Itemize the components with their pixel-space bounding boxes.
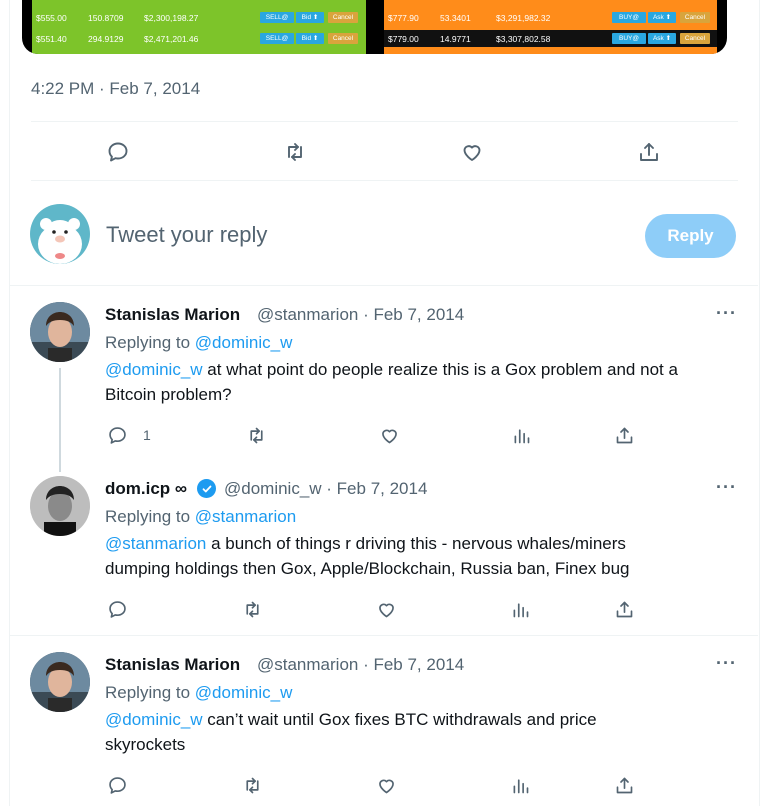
thread-line [59, 368, 61, 472]
replying-to: Replying to @stanmarion [105, 507, 297, 526]
reply-button[interactable]: Reply [645, 214, 736, 258]
user-avatar[interactable] [30, 204, 90, 264]
analytics-icon[interactable] [506, 595, 534, 623]
retweet-icon[interactable] [281, 138, 309, 166]
reply-input[interactable]: Tweet your reply [106, 222, 267, 248]
reply-count: 1 [143, 427, 151, 443]
reply-icon[interactable] [103, 771, 131, 799]
share-icon[interactable] [635, 138, 663, 166]
order-row: $555.00 150.8709 $2,300,198.27 SELL@ Bid… [32, 9, 366, 26]
avatar[interactable] [30, 652, 90, 712]
replying-to-link[interactable]: @dominic_w [195, 683, 293, 702]
tweet-text: skyrockets [105, 735, 186, 754]
tweet-timestamp[interactable]: 4:22 PM · Feb 7, 2014 [31, 79, 200, 99]
author-name[interactable]: dom.icp ∞ [105, 479, 187, 499]
tweet-text: Bitcoin problem? [105, 385, 232, 404]
order-row: $779.00 14.9771 $3,307,802.58 BUY@ Ask ⬆… [384, 30, 717, 47]
avatar[interactable] [30, 302, 90, 362]
like-icon[interactable] [372, 595, 400, 623]
tweet-media-image[interactable]: $555.00 150.8709 $2,300,198.27 SELL@ Bid… [22, 0, 727, 54]
like-icon[interactable] [458, 138, 486, 166]
more-icon[interactable]: ··· [716, 303, 737, 324]
replying-to: Replying to @dominic_w [105, 683, 293, 702]
replying-to-link[interactable]: @dominic_w [195, 333, 293, 352]
analytics-icon[interactable] [506, 771, 534, 799]
tweet-text: @dominic_w can’t wait until Gox fixes BT… [105, 710, 597, 729]
share-icon[interactable] [610, 771, 638, 799]
author-name[interactable]: Stanislas Marion [105, 305, 240, 325]
reply-icon[interactable] [103, 595, 131, 623]
more-icon[interactable]: ··· [716, 653, 737, 674]
divider [10, 285, 758, 286]
share-icon[interactable] [610, 595, 638, 623]
mention-link[interactable]: @dominic_w [105, 710, 203, 729]
retweet-icon[interactable] [242, 421, 270, 449]
reply-icon[interactable] [104, 138, 132, 166]
author-handle-date[interactable]: @dominic_w · Feb 7, 2014 [224, 479, 427, 499]
share-icon[interactable] [610, 421, 638, 449]
avatar[interactable] [30, 476, 90, 536]
divider [31, 121, 738, 122]
order-row: $551.40 294.9129 $2,471,201.46 SELL@ Bid… [32, 30, 366, 47]
verified-badge-icon [197, 479, 216, 498]
replying-to-link[interactable]: @stanmarion [195, 507, 296, 526]
tweet-text: @stanmarion a bunch of things r driving … [105, 534, 626, 553]
author-handle-date[interactable]: @stanmarion · Feb 7, 2014 [257, 305, 464, 325]
retweet-icon[interactable] [238, 771, 266, 799]
divider [31, 180, 738, 181]
like-icon[interactable] [375, 421, 403, 449]
divider [10, 635, 758, 636]
reply-icon[interactable] [103, 421, 131, 449]
analytics-icon[interactable] [507, 421, 535, 449]
tweet-text: @dominic_w at what point do people reali… [105, 360, 678, 379]
more-icon[interactable]: ··· [716, 477, 737, 498]
retweet-icon[interactable] [238, 595, 266, 623]
mention-link[interactable]: @dominic_w [105, 360, 203, 379]
author-handle-date[interactable]: @stanmarion · Feb 7, 2014 [257, 655, 464, 675]
buy-side: $777.90 53.3401 $3,291,982.32 BUY@ Ask ⬆… [384, 0, 717, 54]
replying-to: Replying to @dominic_w [105, 333, 293, 352]
author-name[interactable]: Stanislas Marion [105, 655, 240, 675]
tweet-text: dumping holdings then Gox, Apple/Blockch… [105, 559, 630, 578]
order-row: $777.90 53.3401 $3,291,982.32 BUY@ Ask ⬆… [384, 9, 717, 26]
mention-link[interactable]: @stanmarion [105, 534, 206, 553]
sell-side: $555.00 150.8709 $2,300,198.27 SELL@ Bid… [32, 0, 366, 54]
like-icon[interactable] [372, 771, 400, 799]
